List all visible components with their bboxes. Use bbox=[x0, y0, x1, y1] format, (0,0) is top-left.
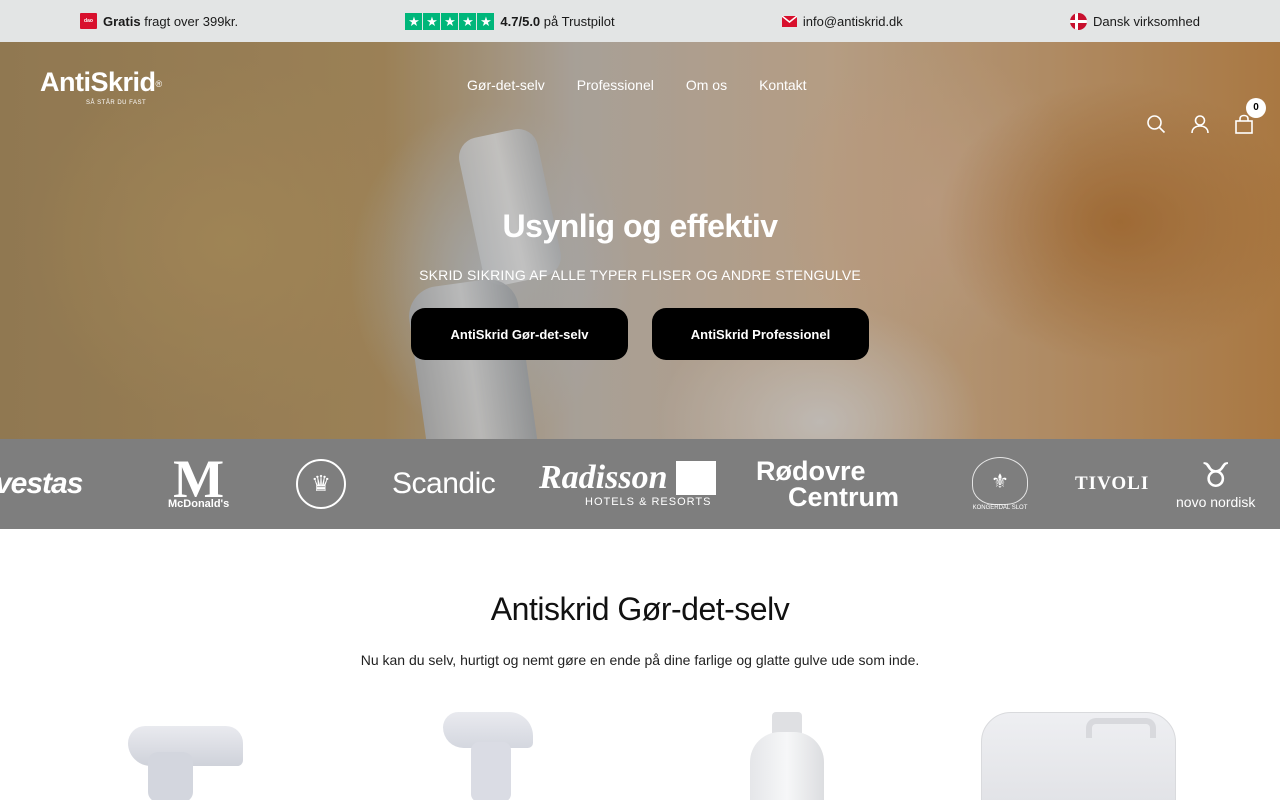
kongerdal-text: KONGERDAL SLOT bbox=[972, 505, 1028, 511]
product-spray-small-image[interactable] bbox=[443, 712, 535, 800]
product-canister-image[interactable] bbox=[981, 712, 1176, 800]
kongerdal-emblem-icon: ⚜ bbox=[972, 457, 1028, 505]
hero-buttons: AntiSkrid Gør-det-selv AntiSkrid Profess… bbox=[0, 308, 1280, 360]
cart-button[interactable]: 0 bbox=[1234, 98, 1266, 134]
trustpilot-rating[interactable]: ★ ★ ★ ★ ★ 4.7/5.0 på Trustpilot bbox=[405, 12, 615, 30]
search-icon[interactable] bbox=[1146, 114, 1166, 134]
hero-title: Usynlig og effektiv bbox=[502, 208, 779, 244]
brand-logos-strip: vestas M McDonald's ♛ Scandic Radisson H… bbox=[0, 439, 1280, 529]
radisson-logo: Radisson HOTELS & RESORTS bbox=[539, 439, 716, 529]
site-header: AntiSkrid® SÅ STÅR DU FAST Gør-det-selv … bbox=[0, 42, 1280, 128]
royal-crown-logo: ♛ bbox=[296, 439, 346, 529]
email-contact[interactable]: info@antiskrid.dk bbox=[781, 14, 903, 29]
radisson-subtitle: HOTELS & RESORTS bbox=[585, 496, 712, 508]
hero-subtitle: SKRID SIKRING AF ALLE TYPER FLISER OG AN… bbox=[419, 267, 861, 283]
kongerdal-slot-logo: ⚜ KONGERDAL SLOT bbox=[972, 439, 1028, 529]
novo-text: novo nordisk bbox=[1176, 494, 1256, 510]
rodovre-line1: Rødovre bbox=[756, 456, 866, 486]
trustpilot-star-icon: ★ bbox=[405, 12, 423, 30]
mcdonalds-text: McDonald's bbox=[168, 498, 230, 510]
dao-badge-icon: dao bbox=[80, 13, 97, 29]
announcement-bar: dao Gratis fragt over 399kr. ★ ★ ★ ★ ★ 4… bbox=[0, 0, 1280, 42]
main-nav: Gør-det-selv Professionel Om os Kontakt bbox=[467, 42, 839, 128]
trustpilot-star-icon: ★ bbox=[459, 12, 477, 30]
shipping-text: fragt over 399kr. bbox=[144, 13, 239, 29]
trustpilot-stars: ★ ★ ★ ★ ★ bbox=[405, 12, 495, 30]
nav-item-diy[interactable]: Gør-det-selv bbox=[467, 77, 545, 93]
rating-value: 4.7/5.0 bbox=[500, 13, 541, 29]
shipping-info: dao Gratis fragt over 399kr. bbox=[80, 13, 238, 29]
shipping-bold: Gratis bbox=[103, 13, 141, 29]
trustpilot-star-icon: ★ bbox=[477, 12, 495, 30]
mail-icon bbox=[781, 15, 797, 27]
trustpilot-star-icon: ★ bbox=[441, 12, 459, 30]
tivoli-logo: TIVOLI bbox=[1075, 473, 1150, 494]
diy-section: Antiskrid Gør-det-selv Nu kan du selv, h… bbox=[0, 591, 1280, 800]
product-spray-large-image[interactable] bbox=[128, 712, 246, 800]
mcdonalds-logo: M McDonald's bbox=[168, 439, 229, 529]
account-icon[interactable] bbox=[1190, 114, 1210, 134]
email-link[interactable]: info@antiskrid.dk bbox=[803, 14, 903, 29]
logo-registered: ® bbox=[155, 78, 163, 89]
header-icons: 0 bbox=[1146, 98, 1266, 134]
product-bottle-image[interactable] bbox=[750, 712, 824, 800]
crown-icon: ♛ bbox=[296, 459, 346, 509]
nav-item-about[interactable]: Om os bbox=[686, 77, 727, 93]
logo-tagline: SÅ STÅR DU FAST bbox=[86, 100, 147, 107]
danish-company: Dansk virksomhed bbox=[1070, 12, 1200, 30]
nav-item-contact[interactable]: Kontakt bbox=[759, 77, 806, 93]
professional-button[interactable]: AntiSkrid Professionel bbox=[652, 308, 869, 360]
logo[interactable]: AntiSkrid® SÅ STÅR DU FAST bbox=[40, 68, 190, 107]
radisson-square-icon bbox=[675, 461, 716, 495]
hero-banner: AntiSkrid® SÅ STÅR DU FAST Gør-det-selv … bbox=[0, 42, 1280, 439]
diy-button[interactable]: AntiSkrid Gør-det-selv bbox=[411, 308, 628, 360]
rating-text: på Trustpilot bbox=[543, 13, 615, 29]
section-title: Antiskrid Gør-det-selv bbox=[490, 591, 790, 627]
nav-item-professional[interactable]: Professionel bbox=[577, 77, 654, 93]
danish-flag-icon bbox=[1070, 12, 1088, 30]
scandic-logo: Scandic bbox=[392, 467, 496, 500]
vestas-logo: vestas bbox=[0, 467, 83, 500]
logo-name: AntiSkrid bbox=[40, 66, 156, 97]
section-description: Nu kan du selv, hurtigt og nemt gøre en … bbox=[360, 652, 920, 668]
mcdonalds-arches: M bbox=[173, 449, 225, 509]
rodovre-centrum-logo: Rødovre Centrum bbox=[756, 439, 899, 529]
company-note: Dansk virksomhed bbox=[1093, 13, 1200, 29]
product-grid bbox=[0, 668, 1280, 800]
rodovre-line2: Centrum bbox=[788, 482, 900, 512]
novo-nordisk-logo: ♉ novo nordisk bbox=[1176, 439, 1255, 529]
trustpilot-star-icon: ★ bbox=[423, 12, 441, 30]
novo-bull-icon: ♉ bbox=[1200, 457, 1231, 495]
cart-count-badge: 0 bbox=[1246, 98, 1266, 118]
radisson-name: Radisson bbox=[539, 459, 668, 496]
